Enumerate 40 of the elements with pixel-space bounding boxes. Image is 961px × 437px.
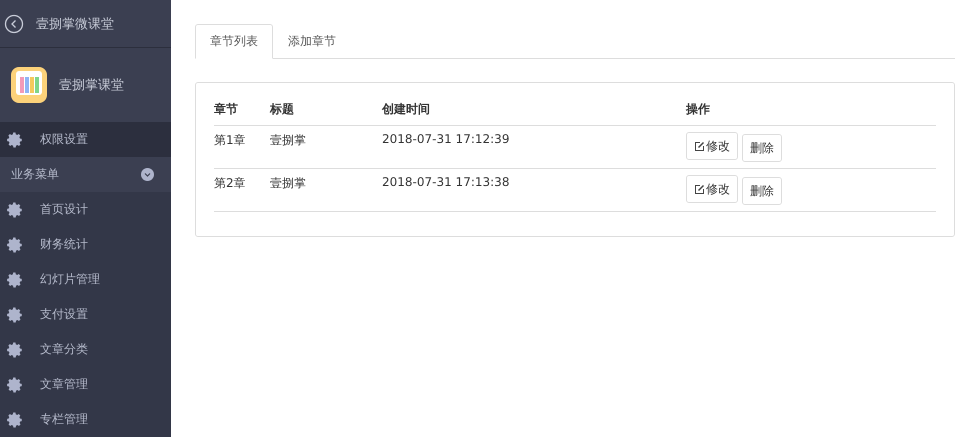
gear-icon xyxy=(6,236,24,254)
table-cell: 2018-07-31 17:13:38 xyxy=(382,175,510,189)
table-cell: 2018-07-31 17:12:39 xyxy=(382,132,510,146)
column-header: 章节 xyxy=(214,102,238,116)
column-header: 创建时间 xyxy=(382,102,430,116)
app-title: 壹捌掌微课堂 xyxy=(36,16,114,32)
column-header: 操作 xyxy=(686,102,710,116)
back-icon[interactable] xyxy=(4,14,24,34)
tab[interactable]: 章节列表 xyxy=(195,24,273,59)
gear-icon xyxy=(6,130,24,148)
sidebar-item[interactable]: 文章管理 xyxy=(40,376,88,393)
gear-icon xyxy=(6,270,24,288)
gear-icon xyxy=(6,376,24,394)
delete-button[interactable]: 删除 xyxy=(742,134,782,162)
edit-button[interactable]: 修改 xyxy=(686,132,738,160)
gear-icon xyxy=(6,340,24,358)
table-cell: 第1章 xyxy=(214,133,246,147)
gear-icon xyxy=(6,410,24,428)
sidebar-item[interactable]: 权限设置 xyxy=(40,131,88,148)
sidebar-item[interactable]: 专栏管理 xyxy=(40,411,88,428)
chevron-icon[interactable] xyxy=(141,168,154,181)
sidebar-item[interactable]: 文章分类 xyxy=(40,341,88,358)
column-header: 标题 xyxy=(270,102,294,116)
table-cell: 第2章 xyxy=(214,176,246,190)
profile-name: 壹捌掌课堂 xyxy=(59,77,124,94)
gear-icon xyxy=(6,200,24,218)
gear-icon xyxy=(6,306,24,324)
delete-button[interactable]: 删除 xyxy=(742,177,782,205)
table-cell: 壹捌掌 xyxy=(270,133,306,147)
sidebar-item[interactable]: 幻灯片管理 xyxy=(40,271,100,288)
pencils-logo xyxy=(11,67,47,103)
sidebar-item[interactable]: 支付设置 xyxy=(40,306,88,323)
sidebar-item[interactable]: 首页设计 xyxy=(40,201,88,218)
table-cell: 壹捌掌 xyxy=(270,176,306,190)
menu-section-label[interactable]: 业务菜单 xyxy=(11,166,59,183)
edit-icon xyxy=(694,184,705,194)
edit-button[interactable]: 修改 xyxy=(686,175,738,203)
sidebar-item[interactable]: 财务统计 xyxy=(40,236,88,253)
tab[interactable]: 添加章节 xyxy=(273,24,351,58)
edit-icon xyxy=(694,140,705,152)
